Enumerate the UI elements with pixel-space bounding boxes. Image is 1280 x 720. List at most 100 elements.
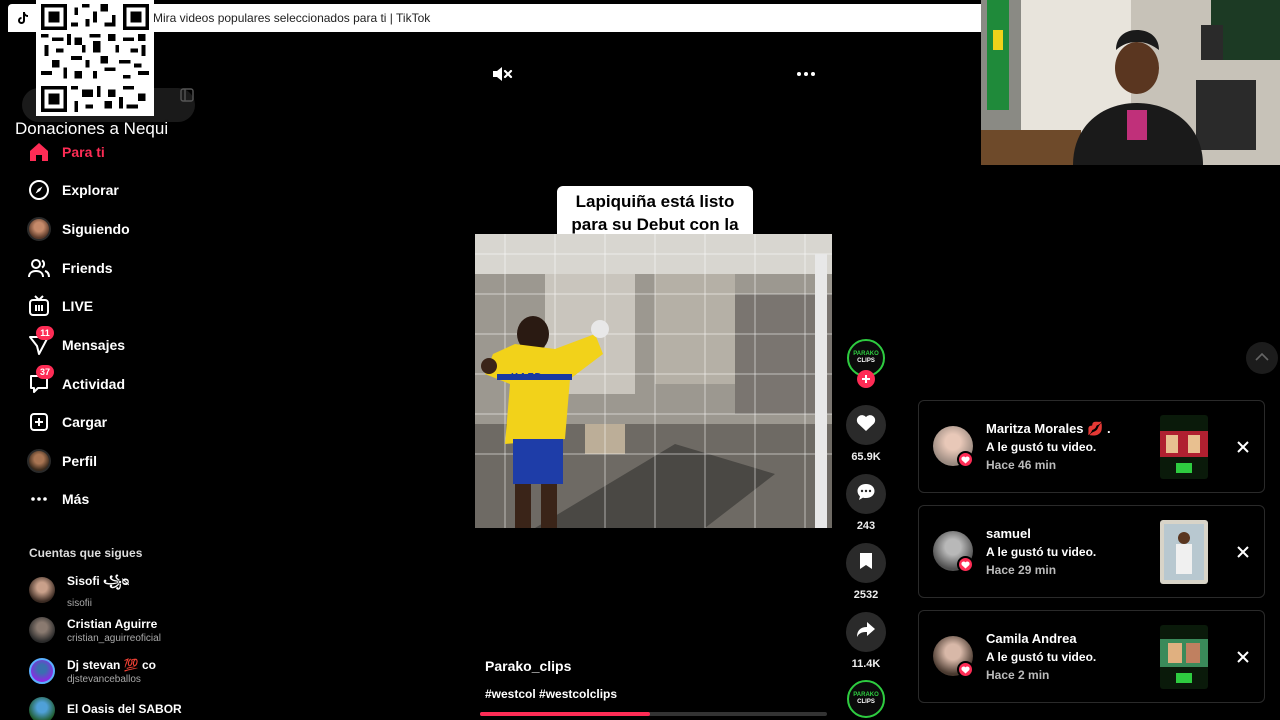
sidebar-item-label: Para ti (62, 144, 105, 160)
account-name: Sisofi ꧁ᴓ (67, 573, 130, 588)
notification-name: Maritza Morales 💋 . (986, 421, 1111, 436)
follow-plus-button[interactable] (857, 370, 875, 388)
more-dots-icon (26, 486, 52, 512)
account-handle: cristian_aguirreoficial (67, 632, 161, 644)
more-options-icon[interactable] (794, 64, 818, 84)
sidebar-item-siguiendo[interactable]: Siguiendo (26, 213, 130, 245)
heart-icon (856, 414, 876, 437)
sidebar-item-label: LIVE (62, 298, 94, 314)
video-progress-bar[interactable] (480, 712, 827, 716)
sidebar-item-label: Mensajes (62, 337, 126, 353)
sidebar-item-actividad[interactable]: 37 Actividad (26, 365, 126, 400)
sidebar-item-mensajes[interactable]: 11 Mensajes (26, 326, 126, 361)
notification-time: Hace 46 min (986, 458, 1057, 472)
following-account[interactable]: El Oasis del SABOR (29, 694, 182, 720)
notification-action: A le gustó tu video. (986, 650, 1097, 664)
sidebar-item-label: Friends (62, 260, 113, 276)
home-icon (26, 139, 52, 165)
sidebar-item-label: Explorar (62, 182, 119, 198)
compass-icon (26, 177, 52, 203)
account-name: Cristian Aguirre (67, 616, 158, 631)
sidebar-item-explorar[interactable]: Explorar (26, 174, 119, 206)
comment-count: 243 (856, 520, 876, 532)
sound-disc[interactable]: PARAKO CLIPS (847, 680, 885, 718)
sidebar-item-live[interactable]: LIVE (26, 290, 93, 322)
previous-video-button[interactable] (1246, 342, 1278, 374)
donation-caption: Donaciones a Nequi (15, 119, 169, 138)
like-button[interactable]: 65.9K (846, 405, 886, 463)
tiktok-logo-icon (12, 8, 32, 28)
sidebar-item-label: Perfil (62, 453, 98, 469)
creator-badge-text: PARAKO (853, 351, 879, 357)
account-name: Dj stevan 💯 co (67, 657, 156, 672)
avatar (29, 697, 55, 720)
comment-icon (856, 482, 876, 507)
notification-card[interactable]: Camila Andrea A le gustó tu video. Hace … (918, 610, 1265, 703)
video-player[interactable]: KAFD (475, 234, 832, 528)
save-button[interactable]: 2532 (846, 543, 886, 601)
notification-card[interactable]: samuel A le gustó tu video. Hace 29 min (918, 505, 1265, 598)
bookmark-icon (859, 552, 873, 575)
sidebar-item-cargar[interactable]: Cargar (26, 406, 107, 438)
comment-button[interactable]: 243 (846, 474, 886, 532)
account-name: El Oasis del SABOR (67, 702, 182, 716)
notification-action: A le gustó tu video. (986, 440, 1097, 454)
close-icon[interactable] (1234, 438, 1252, 456)
jersey-text: KAFD (511, 372, 543, 383)
heart-icon (957, 661, 974, 678)
video-thumbnail (1160, 415, 1208, 479)
following-account[interactable]: Sisofi ꧁ᴓ sisofii (29, 573, 130, 609)
live-icon (26, 293, 52, 319)
avatar (29, 658, 55, 684)
heart-icon (957, 556, 974, 573)
share-icon (856, 621, 876, 644)
following-account[interactable]: Dj stevan 💯 co djstevanceballos (29, 655, 156, 687)
activity-icon: 37 (26, 365, 54, 397)
sound-badge-text: PARAKO (853, 692, 879, 698)
following-heading: Cuentas que sigues (29, 546, 143, 560)
sidebar-item-label: Siguiendo (62, 221, 130, 237)
activity-badge: 37 (36, 365, 54, 379)
notification-card[interactable]: Maritza Morales 💋 . A le gustó tu video.… (918, 400, 1265, 493)
sidebar-item-label: Actividad (62, 376, 126, 392)
messages-badge: 11 (36, 326, 54, 340)
video-progress-fill (480, 712, 651, 716)
sidebar-item-label: Cargar (62, 414, 108, 430)
video-author[interactable]: Parako_clips (485, 658, 571, 674)
video-thumbnail (1160, 520, 1208, 584)
notification-action: A le gustó tu video. (986, 545, 1097, 559)
messages-icon: 11 (26, 326, 54, 358)
account-handle: sisofii (67, 597, 93, 609)
video-hashtags[interactable]: #westcol #westcolclips (485, 687, 617, 701)
sound-badge-subtext: CLIPS (857, 699, 875, 705)
video-thumbnail (1160, 625, 1208, 689)
streamer-webcam (981, 0, 1280, 165)
notification-name: samuel (986, 526, 1031, 541)
creator-badge-subtext: CLIPS (857, 358, 875, 364)
profile-avatar-icon (26, 448, 52, 474)
sidebar-item-para-ti[interactable]: Para ti (26, 136, 105, 168)
avatar (29, 617, 55, 643)
share-button[interactable]: 11.4K (846, 612, 886, 670)
sidebar-item-label: Más (62, 491, 90, 507)
notification-name: Camila Andrea (986, 631, 1077, 646)
save-count: 2532 (853, 589, 879, 601)
heart-icon (957, 451, 974, 468)
account-handle: djstevanceballos (67, 673, 141, 685)
following-avatar-icon (26, 216, 52, 242)
mute-icon[interactable] (490, 62, 514, 86)
avatar (29, 577, 55, 603)
notification-time: Hace 2 min (986, 668, 1050, 682)
sidebar-item-perfil[interactable]: Perfil (26, 445, 97, 477)
browser-title-bar: Mira videos populares seleccionados para… (8, 4, 982, 32)
chevron-up-icon (1255, 349, 1269, 367)
sidebar-item-friends[interactable]: Friends (26, 252, 113, 284)
close-icon[interactable] (1234, 648, 1252, 666)
share-count: 11.4K (851, 658, 881, 670)
collapse-sidebar-icon[interactable] (180, 88, 194, 107)
sidebar-item-mas[interactable]: Más (26, 483, 89, 515)
donation-qr-code (36, 0, 154, 116)
window-title: Mira videos populares seleccionados para… (153, 11, 431, 25)
close-icon[interactable] (1234, 543, 1252, 561)
following-account[interactable]: Cristian Aguirre cristian_aguirreoficial (29, 614, 161, 646)
